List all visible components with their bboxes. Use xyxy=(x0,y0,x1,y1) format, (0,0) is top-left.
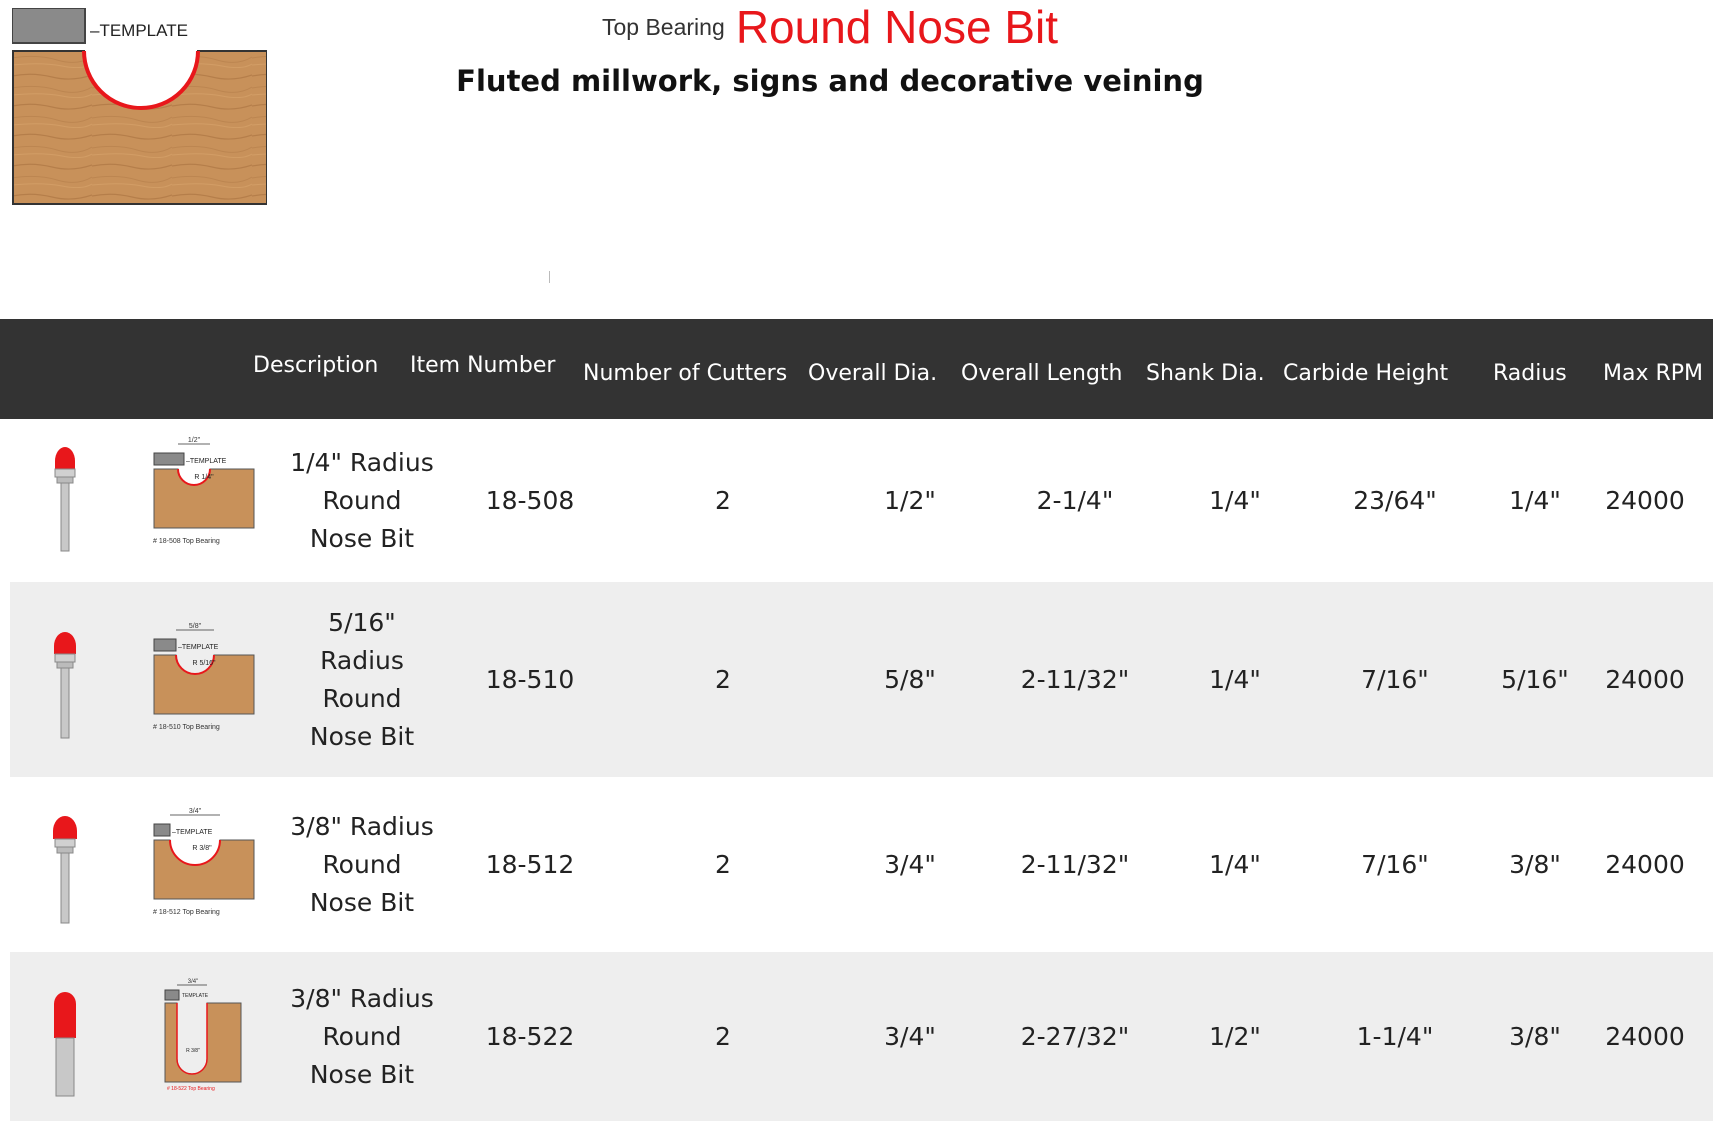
overall-length-cell: 2-1/4" xyxy=(1036,486,1114,515)
carbide-height-cell: 1-1/4" xyxy=(1356,1022,1434,1051)
template-block xyxy=(11,7,86,44)
item-number-cell: 18-512 xyxy=(485,850,575,879)
radius-cell: 5/16" xyxy=(1501,665,1569,694)
cutters-cell: 2 xyxy=(715,850,731,879)
max-rpm-cell: 24000 xyxy=(1605,1022,1685,1051)
col-header-shank-dia: Shank Dia. xyxy=(1146,361,1265,386)
col-header-overall-dia: Overall Dia. xyxy=(808,361,938,386)
overall-dia-cell: 1/2" xyxy=(884,486,936,515)
carbide-height-cell: 7/16" xyxy=(1361,665,1429,694)
page-title: Round Nose Bit xyxy=(735,1,1059,53)
cutters-cell: 2 xyxy=(715,1022,731,1051)
description-cell: 5/16" Radius Round Nose Bit xyxy=(309,607,415,751)
cutters-cell: 2 xyxy=(715,486,731,515)
diagram-dimension: 1/2" xyxy=(188,437,201,444)
overall-dia-cell: 3/4" xyxy=(884,850,936,879)
profile-diagram: 1/2" –TEMPLATE R 1/4" # 18-508 Top Beari… xyxy=(153,437,255,545)
router-bit-image xyxy=(54,992,76,1097)
overall-dia-cell: 5/8" xyxy=(884,665,936,694)
title-block: Top Bearing Round Nose Bit Fluted millwo… xyxy=(420,0,1240,98)
wood-cross-section-illustration: –TEMPLATE xyxy=(11,7,268,205)
router-bit-image xyxy=(54,447,76,552)
diagram-template-label: –TEMPLATE xyxy=(172,829,213,836)
col-header-carbide-height: Carbide Height xyxy=(1283,361,1449,386)
col-header-overall-length: Overall Length xyxy=(961,361,1123,386)
radius-cell: 3/8" xyxy=(1509,1022,1561,1051)
diagram-dimension: 3/4" xyxy=(188,979,198,985)
template-label: –TEMPLATE xyxy=(90,21,188,40)
diagram-caption: # 18-510 Top Bearing xyxy=(153,724,220,731)
page-tagline: Fluted millwork, signs and decorative ve… xyxy=(456,64,1204,98)
col-header-description: Description xyxy=(253,353,379,378)
item-number-cell: 18-508 xyxy=(485,486,575,515)
carbide-height-cell: 23/64" xyxy=(1353,486,1437,515)
table-row: 3/4" TEMPLATE R 3/8" # 18-522 Top Bearin… xyxy=(10,952,1713,1121)
diagram-template-label: –TEMPLATE xyxy=(178,644,219,651)
description-cell: 3/8" Radius Round Nose Bit xyxy=(290,983,434,1089)
description-cell: 3/8" Radius Round Nose Bit xyxy=(290,811,434,917)
diagram-radius-label: R 5/16" xyxy=(192,660,216,667)
diagram-radius-label: R 3/8" xyxy=(186,1048,200,1054)
profile-diagram: 3/4" –TEMPLATE R 3/8" # 18-512 Top Beari… xyxy=(153,808,255,916)
overall-dia-cell: 3/4" xyxy=(884,1022,936,1051)
diagram-dimension: 5/8" xyxy=(189,623,202,630)
overall-length-cell: 2-11/32" xyxy=(1020,850,1130,879)
overall-length-cell: 2-27/32" xyxy=(1020,1022,1130,1051)
diagram-caption: # 18-508 Top Bearing xyxy=(153,538,220,545)
max-rpm-cell: 24000 xyxy=(1605,665,1685,694)
diagram-template-label: –TEMPLATE xyxy=(186,458,227,465)
table-row: 1/2" –TEMPLATE R 1/4" # 18-508 Top Beari… xyxy=(0,419,1713,582)
radius-cell: 3/8" xyxy=(1509,850,1561,879)
diagram-template-label: TEMPLATE xyxy=(182,993,209,999)
shank-dia-cell: 1/4" xyxy=(1209,665,1261,694)
item-number-cell: 18-510 xyxy=(485,665,575,694)
router-bit-image xyxy=(53,816,77,924)
carbide-height-cell: 7/16" xyxy=(1361,850,1429,879)
col-header-item-number: Item Number xyxy=(410,353,556,378)
router-bit-image xyxy=(54,632,76,739)
profile-diagram: 3/4" TEMPLATE R 3/8" # 18-522 Top Bearin… xyxy=(164,979,242,1092)
profile-diagram: 5/8" –TEMPLATE R 5/16" # 18-510 Top Bear… xyxy=(153,623,255,731)
max-rpm-cell: 24000 xyxy=(1605,850,1685,879)
diagram-caption: # 18-512 Top Bearing xyxy=(153,909,220,916)
shank-dia-cell: 1/2" xyxy=(1209,1022,1261,1051)
diagram-caption: # 18-522 Top Bearing xyxy=(167,1086,215,1092)
diagram-radius-label: R 3/8" xyxy=(192,845,212,852)
max-rpm-cell: 24000 xyxy=(1605,486,1685,515)
table-row: 5/8" –TEMPLATE R 5/16" # 18-510 Top Bear… xyxy=(10,582,1713,777)
cutters-cell: 2 xyxy=(715,665,731,694)
hero-diagram: –TEMPLATE xyxy=(11,7,268,208)
bearing-type-label: Top Bearing xyxy=(601,13,725,40)
overall-length-cell: 2-11/32" xyxy=(1020,665,1130,694)
divider-tick xyxy=(549,271,550,283)
shank-dia-cell: 1/4" xyxy=(1209,850,1261,879)
description-cell: 1/4" Radius Round Nose Bit xyxy=(290,447,434,553)
col-header-max-rpm: Max RPM xyxy=(1603,361,1704,386)
shank-dia-cell: 1/4" xyxy=(1209,486,1261,515)
col-header-radius: Radius xyxy=(1493,361,1567,386)
radius-cell: 1/4" xyxy=(1509,486,1561,515)
table-header: Description Item Number Number of Cutter… xyxy=(0,319,1713,419)
diagram-radius-label: R 1/4" xyxy=(194,474,214,481)
col-header-cutters: Number of Cutters xyxy=(583,361,788,386)
table-row: 3/4" –TEMPLATE R 3/8" # 18-512 Top Beari… xyxy=(0,777,1713,952)
diagram-dimension: 3/4" xyxy=(189,808,202,815)
item-number-cell: 18-522 xyxy=(485,1022,575,1051)
